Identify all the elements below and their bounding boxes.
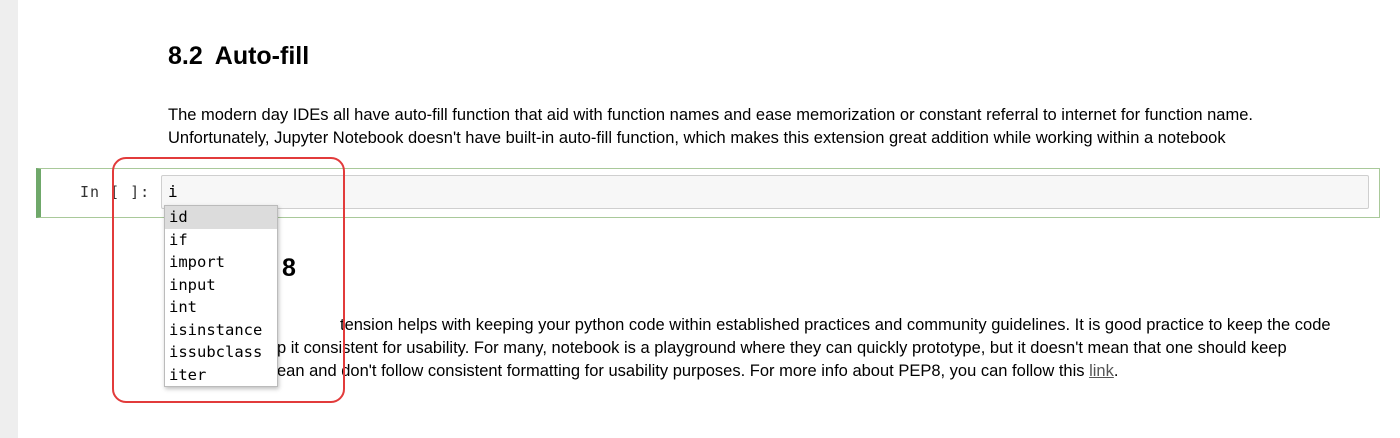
paragraph-trailing: . (1113, 362, 1119, 380)
pep8-link[interactable]: link (1089, 362, 1114, 380)
paragraph-line: p it consistent for usability. For many,… (277, 339, 1287, 357)
highlight-annotation (112, 157, 345, 403)
pep8-description: tension helps with keeping your python c… (168, 314, 1368, 383)
section-number: 8.2 (168, 42, 203, 70)
paragraph-line-text: ean and don't follow consistent formatti… (277, 362, 1090, 380)
autofill-description: The modern day IDEs all have auto-fill f… (168, 104, 1368, 150)
paragraph-line: tension helps with keeping your python c… (340, 316, 1331, 334)
section-heading-autofill: 8.2 Auto-fill (168, 38, 309, 74)
paragraph-line: The modern day IDEs all have auto-fill f… (168, 106, 1253, 124)
paragraph-line: ean and don't follow consistent formatti… (168, 360, 1368, 383)
paragraph-line: Unfortunately, Jupyter Notebook doesn't … (168, 129, 1226, 147)
section-title: Auto-fill (214, 42, 310, 70)
